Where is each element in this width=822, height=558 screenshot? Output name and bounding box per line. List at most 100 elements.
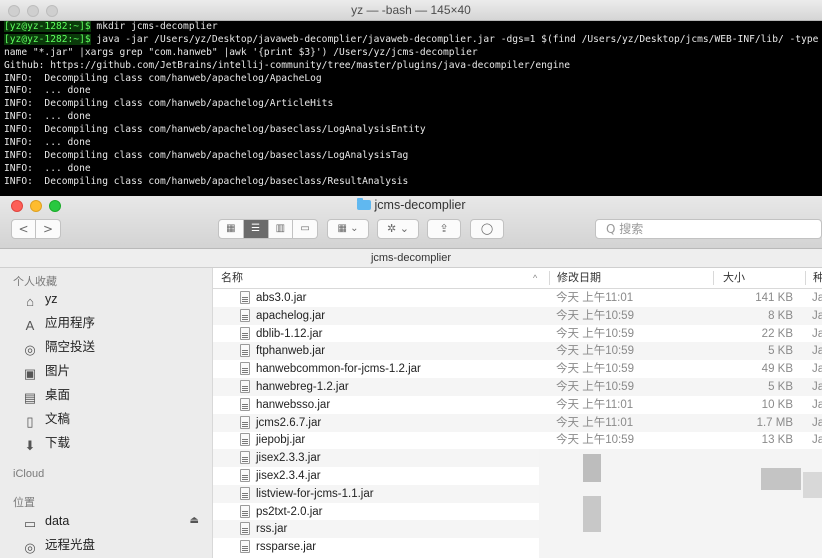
jar-file-icon — [240, 380, 250, 393]
file-row[interactable]: hanwebcommon-for-jcms-1.2.jar 今天 上午10:59 4… — [213, 360, 822, 378]
sidebar-item-remote-disc[interactable]: ◎ 远程光盘 — [22, 534, 207, 556]
file-date: 今天 上午10:59 — [556, 309, 634, 322]
sidebar: 个人收藏 ⌂ yz A 应用程序 ◎ 隔空投送 ▣ 图片 ▤ 桌面 ▯ 文稿 ⬇ 下载 iCloud 位置… — [0, 268, 213, 558]
sidebar-item-disk[interactable]: ▭ data ⏏ — [22, 510, 207, 532]
terminal-line: Github: https://github.com/JetBrains/int… — [4, 60, 822, 73]
terminal-text: INFO: Decompiling class com/hanweb/apach… — [4, 149, 409, 161]
file-row[interactable]: hanwebreg-1.2.jar 今天 上午10:59 5 KB Ja — [213, 378, 822, 396]
file-kind: Ja — [812, 309, 822, 322]
jar-file-icon — [240, 397, 250, 411]
file-size: 22 KB — [761, 327, 793, 340]
sidebar-item-applications[interactable]: A 应用程序 — [22, 312, 207, 334]
file-size: 5 KB — [768, 345, 793, 358]
terminal-line: INFO: Decompiling class com/hanweb/apach… — [4, 176, 822, 189]
eject-icon[interactable]: ⏏ — [190, 510, 199, 532]
file-name: jiepobj.jar — [256, 434, 306, 447]
file-kind: Ja — [812, 345, 822, 358]
file-name: rss.jar — [256, 523, 288, 536]
terminal-text: INFO: ... done — [4, 111, 91, 123]
file-date: 今天 上午11:01 — [556, 416, 634, 429]
file-date: 今天 上午11:01 — [556, 398, 634, 411]
tag-button[interactable]: ◯ — [470, 219, 504, 239]
terminal-window[interactable]: yz — -bash — 145×40 [yz@yz-1282:~]$ mkdi… — [0, 0, 822, 196]
sidebar-item-label: 隔空投送 — [45, 340, 96, 354]
sidebar-item-label: 下载 — [45, 436, 71, 450]
disk-icon: ▭ — [23, 516, 37, 531]
file-kind: Ja — [812, 416, 822, 429]
column-name-header[interactable]: 名称 — [221, 268, 243, 288]
home-icon: ⌂ — [26, 294, 34, 309]
file-row[interactable]: jiepobj.jar 今天 上午10:59 13 KB Ja — [213, 431, 822, 449]
file-name: jisex2.3.4.jar — [256, 470, 321, 482]
file-size: 13 KB — [761, 434, 793, 447]
file-kind: Ja — [812, 398, 822, 411]
share-button[interactable]: ⇪ — [427, 219, 461, 239]
column-view-button[interactable]: ▥ — [268, 219, 294, 239]
sidebar-item-label: yz — [45, 292, 58, 306]
file-row[interactable]: abs3.0.jar 今天 上午11:01 141 KB Ja — [213, 289, 822, 307]
desktop-icon: ▤ — [23, 390, 37, 405]
sidebar-item-camera[interactable]: ▣ 图片 — [22, 360, 207, 382]
folder-icon — [356, 198, 371, 210]
sidebar-item-documents[interactable]: ▯ 文稿 — [22, 408, 207, 430]
file-row[interactable]: dblib-1.12.jar 今天 上午10:59 22 KB Ja — [213, 325, 822, 343]
window-title: jcms-decomplier — [0, 198, 822, 212]
sidebar-item-desktop[interactable]: ▤ 桌面 — [22, 384, 207, 406]
remote-disc-icon: ◎ — [24, 540, 36, 555]
jar-file-icon — [240, 291, 250, 304]
forward-button[interactable]: > — [36, 219, 61, 239]
list-view-button[interactable]: ☰ — [243, 219, 269, 239]
terminal-titlebar: yz — -bash — 145×40 — [0, 0, 822, 21]
column-size-header[interactable]: 大小 — [723, 268, 745, 288]
terminal-text: INFO: Decompiling class com/hanweb/apach… — [4, 124, 426, 136]
terminal-line: INFO: Decompiling class com/hanweb/apach… — [4, 98, 822, 111]
gallery-view-button[interactable]: ▭ — [293, 219, 318, 239]
file-row[interactable]: apachelog.jar 今天 上午10:59 8 KB Ja — [213, 306, 822, 325]
terminal-text: mkdir jcms-decomplier — [90, 21, 218, 32]
file-name: jisex2.3.3.jar — [256, 452, 321, 465]
file-row[interactable]: jcms2.6.7.jar 今天 上午11:01 1.7 MB Ja — [213, 413, 822, 432]
column-header: 名称 ^ 修改日期 大小 种 — [213, 268, 822, 289]
terminal-line: INFO: ... done — [4, 137, 822, 150]
terminal-line: INFO: Decompiling class com/hanweb/apach… — [4, 124, 822, 137]
back-button[interactable]: < — [11, 219, 36, 239]
icloud-header: iCloud — [13, 468, 45, 480]
sidebar-item-label: data — [45, 514, 70, 528]
terminal-line: INFO: Decompiling class com/hanweb/apach… — [4, 150, 822, 163]
action-gear-button[interactable]: ✲ ⌄ — [377, 219, 419, 239]
finder-titlebar: jcms-decomplier < > ▦ ☰ ▥ ▭ ▦ ⌄ ✲ ⌄ ⇪ ◯ … — [0, 196, 822, 249]
file-kind: Ja — [812, 434, 822, 447]
icon-view-button[interactable]: ▦ — [218, 219, 244, 239]
file-name: abs3.0.jar — [256, 292, 307, 304]
file-date: 今天 上午10:59 — [556, 345, 634, 358]
locations-header: 位置 — [13, 497, 35, 509]
file-name: hanwebcommon-for-jcms-1.2.jar — [256, 363, 421, 376]
jar-file-icon — [240, 308, 250, 322]
file-name: ftphanweb.jar — [256, 345, 326, 358]
column-date-header[interactable]: 修改日期 — [557, 268, 601, 288]
sidebar-item-airdrop[interactable]: ◎ 隔空投送 — [22, 336, 207, 358]
column-kind-header[interactable]: 种 — [813, 268, 822, 288]
file-row[interactable]: ftphanweb.jar 今天 上午10:59 5 KB Ja — [213, 342, 822, 361]
terminal-output[interactable]: [yz@yz-1282:~]$ mkdir jcms-decomplier [yz… — [0, 21, 822, 196]
jar-file-icon — [240, 522, 250, 536]
sidebar-item-label: 桌面 — [45, 388, 71, 402]
sidebar-item-download[interactable]: ⬇ 下载 — [22, 432, 207, 454]
terminal-line: INFO: ... done — [4, 111, 822, 124]
file-name: listview-for-jcms-1.1.jar — [256, 487, 374, 500]
sidebar-item-home[interactable]: ⌂ yz — [22, 288, 207, 310]
sidebar-item-label: 图片 — [45, 364, 71, 378]
terminal-text: INFO: ... done — [4, 137, 91, 149]
file-kind: Ja — [812, 327, 822, 340]
download-icon: ⬇ — [24, 438, 36, 453]
search-field[interactable]: Q 搜索 — [595, 219, 822, 239]
sidebar-item-label: 文稿 — [45, 412, 71, 426]
file-row[interactable]: hanwebsso.jar 今天 上午11:01 10 KB Ja — [213, 396, 822, 414]
redaction-block — [583, 496, 601, 532]
favorites-header: 个人收藏 — [13, 276, 57, 288]
jar-file-icon — [240, 362, 250, 376]
terminal-line: [yz@yz-1282:~]$ mkdir jcms-decomplier — [4, 21, 822, 34]
sidebar-item-label: 应用程序 — [45, 316, 96, 330]
arrange-button[interactable]: ▦ ⌄ — [327, 219, 369, 239]
jar-file-icon — [240, 486, 250, 500]
